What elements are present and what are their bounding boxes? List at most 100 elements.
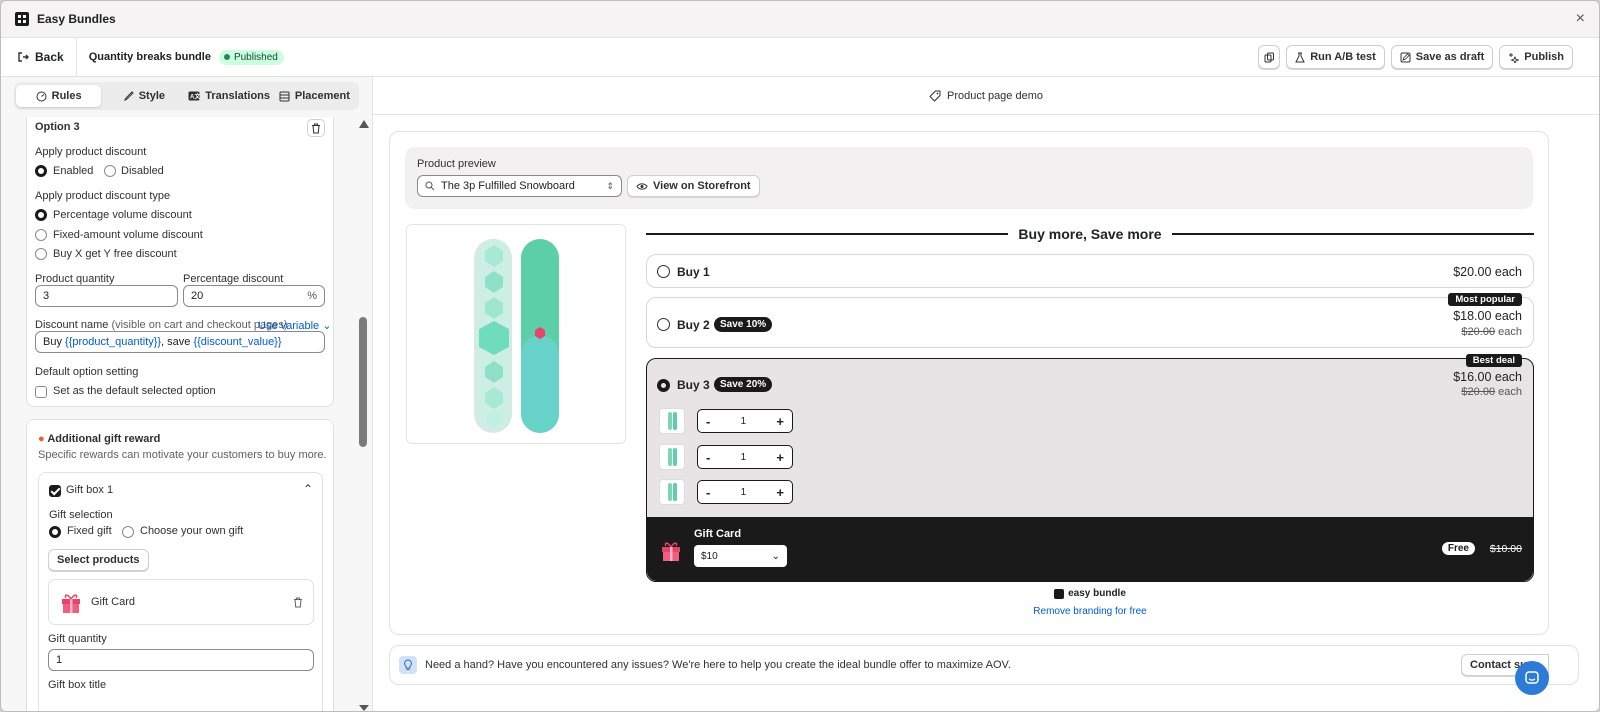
scroll-up-icon[interactable] xyxy=(359,120,369,128)
chevron-down-icon: ⌄ xyxy=(322,320,332,332)
gift-quantity-value: 1 xyxy=(56,654,63,666)
enabled-radio[interactable] xyxy=(35,165,47,177)
close-icon[interactable]: × xyxy=(1576,10,1585,28)
quantity-value: 1 xyxy=(740,415,747,427)
percentage-label: Percentage discount xyxy=(183,273,284,285)
discount-type-label: Apply product discount type xyxy=(35,190,171,202)
disabled-radio[interactable] xyxy=(104,165,116,177)
offer-option-2-old-price: $20.00 xyxy=(1461,326,1496,338)
offer-option-1-price: $20.00 each xyxy=(1453,265,1522,279)
gift-value: $10 xyxy=(701,550,718,562)
percentage-input[interactable]: 20% xyxy=(183,285,325,307)
offer-option-3-old-price: $20.00 xyxy=(1461,386,1496,398)
tab-style[interactable]: Style xyxy=(101,85,186,107)
snowboard-image xyxy=(407,225,625,443)
save-draft-button[interactable]: Save as draft xyxy=(1390,45,1494,69)
default-option-label: Set as the default selected option xyxy=(53,385,216,397)
best-deal-ribbon: Best deal xyxy=(1465,354,1522,367)
app-window: Easy Bundles × Back Quantity breaks bund… xyxy=(0,0,1600,712)
view-storefront-button[interactable]: View on Storefront xyxy=(627,175,760,197)
header-actions: Run A/B test Save as draft Publish xyxy=(1258,45,1599,69)
settings-scrollbar[interactable] xyxy=(357,117,371,711)
chat-launcher-button[interactable] xyxy=(1515,661,1549,695)
percentage-volume-radio[interactable] xyxy=(35,209,47,221)
gift-icon xyxy=(662,542,680,561)
settings-scroll-area[interactable]: Option 3 Apply product discount Enabled … xyxy=(1,117,373,711)
preview-header-title: Product page demo xyxy=(946,89,1043,102)
gift-box-checkbox[interactable] xyxy=(49,485,61,497)
product-select[interactable]: The 3p Fulfilled Snowboard ⇕ xyxy=(417,175,622,197)
decrement-button[interactable]: - xyxy=(706,450,710,465)
offer-option-3[interactable]: Best deal Buy 3 Save 20% $16.00 each $20… xyxy=(646,354,1534,582)
quantity-value: 3 xyxy=(43,290,50,302)
gift-selection-label: Gift selection xyxy=(49,509,113,521)
increment-button[interactable]: + xyxy=(776,414,784,429)
variant-thumbnail xyxy=(659,479,685,505)
duplicate-button[interactable] xyxy=(1258,45,1281,69)
quantity-stepper[interactable]: - 1 + xyxy=(697,480,793,504)
choose-gift-radio[interactable] xyxy=(122,526,134,538)
decrement-button[interactable]: - xyxy=(706,485,710,500)
buy-x-get-y-radio[interactable] xyxy=(35,248,47,260)
default-option-checkbox[interactable] xyxy=(35,386,47,398)
product-preview-label: Product preview xyxy=(417,158,496,170)
gift-reward-subtitle: Specific rewards can motivate your custo… xyxy=(38,449,327,461)
quantity-stepper[interactable]: - 1 + xyxy=(697,409,793,433)
scroll-down-icon[interactable] xyxy=(359,705,369,711)
offer-option-1-radio[interactable] xyxy=(657,265,670,278)
scrollbar-thumb[interactable] xyxy=(359,317,367,447)
edit-icon xyxy=(1400,52,1411,62)
gift-old-price: $10.00 xyxy=(1489,543,1522,555)
offer-option-2-radio[interactable] xyxy=(657,318,670,331)
increment-button[interactable]: + xyxy=(776,450,784,465)
chevron-up-icon[interactable]: ⌃ xyxy=(303,482,313,496)
tab-translations[interactable]: A文 Translations xyxy=(187,85,272,107)
delete-gift-icon[interactable] xyxy=(293,597,303,608)
offer-option-2[interactable]: Most popular Buy 2 Save 10% $18.00 each … xyxy=(646,293,1534,348)
product-image xyxy=(406,224,626,444)
discount-name-var-quantity: {{product_quantity}} xyxy=(65,336,162,348)
product-preview-box: Product preview The 3p Fulfilled Snowboa… xyxy=(405,147,1533,209)
decrement-button[interactable]: - xyxy=(706,414,710,429)
lightbulb-icon xyxy=(399,656,417,674)
gift-quantity-input[interactable]: 1 xyxy=(48,649,314,671)
gift-value-select[interactable]: $10 ⌄ xyxy=(694,545,787,567)
tab-placement-label: Placement xyxy=(294,90,350,102)
offer-section-title: Buy more, Save more xyxy=(646,224,1535,244)
offer-option-3-radio[interactable] xyxy=(657,379,670,392)
tab-placement[interactable]: Placement xyxy=(272,85,357,107)
fixed-gift-radio[interactable] xyxy=(49,526,61,538)
product-page-demo: Product preview The 3p Fulfilled Snowboa… xyxy=(389,131,1549,635)
most-popular-ribbon: Most popular xyxy=(1448,293,1522,306)
tab-rules[interactable]: Rules xyxy=(16,85,102,107)
variant-row-2: - 1 + xyxy=(659,444,793,470)
settings-tabs: Rules Style A文 Translations Placement xyxy=(14,82,359,110)
publish-button[interactable]: Publish xyxy=(1499,45,1573,69)
brush-icon xyxy=(123,90,134,101)
increment-button[interactable]: + xyxy=(776,485,784,500)
percentage-volume-label: Percentage volume discount xyxy=(53,209,192,221)
offer-option-3-save-badge: Save 20% xyxy=(714,377,773,392)
discount-name-input[interactable]: Buy {{product_quantity}}, save {{discoun… xyxy=(35,331,325,353)
tab-translations-label: Translations xyxy=(205,90,271,102)
gift-box-title: Gift box 1 xyxy=(66,484,114,496)
status-dot-icon xyxy=(223,54,230,60)
back-button[interactable]: Back xyxy=(1,38,77,76)
fixed-amount-radio[interactable] xyxy=(35,229,47,241)
offer-title: Buy more, Save more xyxy=(1018,226,1162,242)
quantity-input[interactable]: 3 xyxy=(35,285,178,307)
ab-test-button[interactable]: Run A/B test xyxy=(1286,45,1385,69)
quantity-value: 1 xyxy=(740,486,747,498)
offer-option-2-price: $18.00 each xyxy=(1453,309,1522,323)
disabled-label: Disabled xyxy=(121,165,164,177)
title-rule-right xyxy=(1171,233,1535,235)
remove-branding-link[interactable]: Remove branding for free xyxy=(646,606,1534,617)
delete-option-button[interactable] xyxy=(307,119,325,137)
fixed-amount-label: Fixed-amount volume discount xyxy=(53,229,203,241)
select-products-label: Select products xyxy=(57,554,140,566)
select-products-button[interactable]: Select products xyxy=(48,549,149,571)
variant-thumbnail xyxy=(659,444,685,470)
quantity-stepper[interactable]: - 1 + xyxy=(697,445,793,469)
percent-suffix: % xyxy=(307,290,317,302)
offer-option-1[interactable]: Buy 1 $20.00 each xyxy=(646,254,1534,288)
